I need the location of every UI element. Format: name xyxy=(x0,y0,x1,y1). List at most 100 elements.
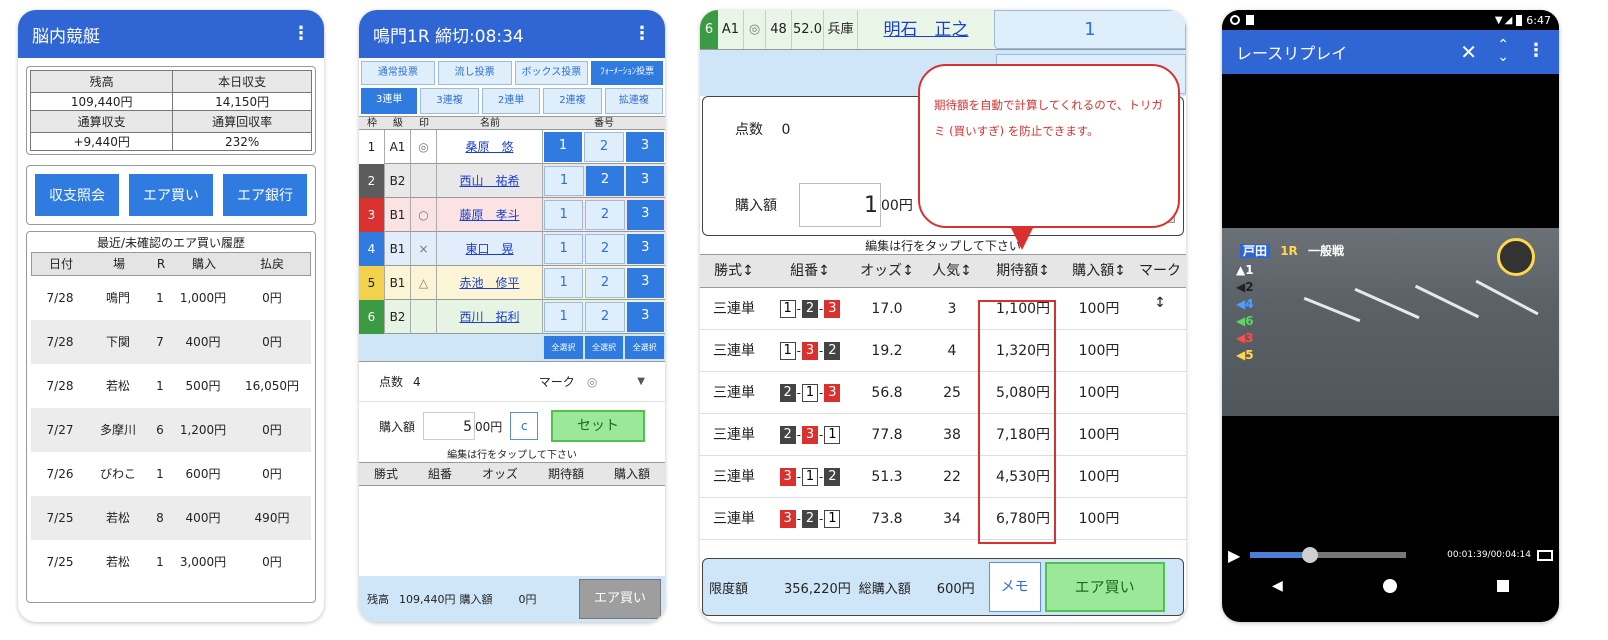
bet-odds: 77.8 xyxy=(871,427,903,443)
history-venue: 鳴門 xyxy=(105,291,130,305)
number-button-3[interactable]: 3 xyxy=(626,200,664,230)
racer-mark[interactable] xyxy=(411,164,437,198)
mark-cell: ◎ xyxy=(744,10,766,49)
tab-3-fuku[interactable]: 3連複 xyxy=(420,88,479,114)
tab-3-tan[interactable]: 3連単 xyxy=(361,88,418,114)
number-button-2[interactable]: 2 xyxy=(586,166,624,196)
history-row[interactable]: 7/28 鳴門 1 1,000円 0円 xyxy=(31,276,311,320)
bet-row[interactable]: 三連単 3-2-1 73.8 34 6,780円 100円 xyxy=(700,498,1186,540)
tab-box-vote[interactable]: ボックス投票 xyxy=(514,61,589,85)
amount-row: 購入額 5 00円 c セット xyxy=(359,402,665,450)
number-button-1[interactable]: 1 xyxy=(544,234,584,264)
number-button-3[interactable]: 3 xyxy=(626,302,664,332)
history-row[interactable]: 7/28 下関 7 400円 0円 xyxy=(31,320,311,364)
amount-input[interactable]: 1 xyxy=(799,183,881,227)
footer-amount-label: 購入額 xyxy=(459,593,493,606)
racer-mark[interactable]: ◎ xyxy=(411,130,437,164)
video-frame[interactable]: 戸田 1R 一般戦 ▲1 ◀2 ◀4 ◀6 ◀3 ◀5 xyxy=(1222,228,1559,416)
number-button-2[interactable]: 2 xyxy=(585,268,625,298)
racer-mark[interactable]: × xyxy=(411,232,437,266)
home-icon[interactable] xyxy=(1382,579,1397,593)
bet-row[interactable]: 三連単 2-1-3 56.8 25 5,080円 100円 xyxy=(700,372,1186,414)
racer-name-link[interactable]: 西山 祐希 xyxy=(437,164,543,198)
number-button-1[interactable]: 1 xyxy=(544,302,584,332)
history-row[interactable]: 7/28 若松 1 500円 16,050円 xyxy=(31,364,311,408)
more-menu-icon[interactable]: ⋮ xyxy=(633,23,651,44)
number-button-3[interactable]: 3 xyxy=(626,132,664,162)
history-row[interactable]: 7/27 多摩川 6 1,200円 0円 xyxy=(31,408,311,452)
mark-value[interactable]: ◎ xyxy=(587,375,597,389)
col-number: 番号 xyxy=(594,118,614,129)
dropdown-arrow-icon[interactable]: ▼ xyxy=(637,376,645,387)
select-all-3-button[interactable]: 全選択 xyxy=(625,336,665,359)
number-button-3[interactable]: 3 xyxy=(626,268,664,298)
bet-list: 三連単 1-2-3 17.0 3 1,100円 100円 三連単 1-3-2 19.2 4 1,32… xyxy=(700,288,1186,540)
tab-formation-vote[interactable]: ﾌｫｰﾒｰｼｮﾝ投票 xyxy=(591,61,663,85)
tab-2-fuku[interactable]: 2連複 xyxy=(543,88,602,114)
play-icon[interactable]: ▶ xyxy=(1228,546,1240,565)
history-row[interactable]: 7/26 びわこ 1 600円 0円 xyxy=(31,452,311,496)
history-header: 日付 場 R 購入 払戻 xyxy=(31,252,311,276)
history-row[interactable]: 7/25 若松 8 400円 490円 xyxy=(31,496,311,540)
select-all-1-button[interactable]: 全選択 xyxy=(544,336,583,359)
close-icon[interactable]: ✕ xyxy=(1460,40,1477,64)
amount-input[interactable]: 5 xyxy=(423,412,476,440)
tab-nagashi-vote[interactable]: 流し投票 xyxy=(437,61,512,85)
status-bar: ▼ ◢ 6:47 xyxy=(1222,10,1559,30)
history-date: 7/28 xyxy=(46,291,74,305)
boat-1-icon: ▲1 xyxy=(1236,263,1254,277)
recents-icon[interactable] xyxy=(1496,580,1509,592)
bet-amount: 100円 xyxy=(1078,343,1120,359)
more-menu-icon[interactable]: ⋮ xyxy=(1527,40,1545,61)
number-button-1[interactable]: 1 xyxy=(544,166,584,196)
battery-icon xyxy=(1516,14,1523,26)
number-button[interactable]: 1 xyxy=(994,10,1186,49)
racer-mark[interactable] xyxy=(411,300,437,334)
racer-name-link[interactable]: 赤池 修平 xyxy=(437,266,543,300)
bet-row[interactable]: 三連単 1-3-2 19.2 4 1,320円 100円 xyxy=(700,330,1186,372)
frame-number: 1 xyxy=(359,130,385,164)
air-buy-button[interactable]: エア買い xyxy=(129,174,213,216)
select-all-2-button[interactable]: 全選択 xyxy=(584,336,624,359)
clear-button[interactable]: c xyxy=(510,412,539,440)
number-button-3[interactable]: 3 xyxy=(626,234,664,264)
tab-2-tan[interactable]: 2連単 xyxy=(481,88,541,114)
balance-inquiry-button[interactable]: 収支照会 xyxy=(35,174,119,216)
number-button-2[interactable]: 2 xyxy=(585,234,625,264)
racer-mark[interactable]: ○ xyxy=(411,198,437,232)
combo-digit: 2 xyxy=(824,468,841,486)
number-button-2[interactable]: 2 xyxy=(585,200,625,230)
history-row[interactable]: 7/25 若松 1 3,000円 0円 xyxy=(31,540,311,584)
air-buy-button[interactable]: エア買い xyxy=(1044,562,1165,612)
history-race: 7 xyxy=(156,335,164,349)
back-icon[interactable]: ◀ xyxy=(1272,578,1283,594)
racer-name-link[interactable]: 桑原 悠 xyxy=(437,130,543,164)
tab-kakuren[interactable]: 拡連複 xyxy=(604,88,664,114)
more-menu-icon[interactable]: ⋮ xyxy=(292,23,310,44)
number-button-1[interactable]: 1 xyxy=(544,200,584,230)
bet-row[interactable]: 三連単 1-2-3 17.0 3 1,100円 100円 xyxy=(700,288,1186,330)
racer-class: A1 xyxy=(385,130,411,164)
racer-name-link[interactable]: 明石 正之 xyxy=(858,10,994,49)
tab-normal-vote[interactable]: 通常投票 xyxy=(361,61,435,85)
number-button-3[interactable]: 3 xyxy=(626,166,664,196)
bet-row[interactable]: 三連単 3-1-2 51.3 22 4,530円 100円 xyxy=(700,456,1186,498)
fullscreen-icon[interactable] xyxy=(1537,549,1553,561)
memo-button[interactable]: メモ xyxy=(988,562,1041,612)
air-bank-button[interactable]: エア銀行 xyxy=(223,174,307,216)
number-button-2[interactable]: 2 xyxy=(585,302,625,332)
air-buy-button[interactable]: エア買い xyxy=(579,579,661,619)
number-button-1[interactable]: 1 xyxy=(544,132,582,162)
number-button-1[interactable]: 1 xyxy=(544,268,584,298)
number-button-2[interactable]: 2 xyxy=(584,132,624,162)
racer-name-link[interactable]: 東口 晃 xyxy=(437,232,543,266)
bet-row[interactable]: 三連単 2-3-1 77.8 38 7,180円 100円 xyxy=(700,414,1186,456)
set-button[interactable]: セット xyxy=(551,410,645,442)
racer-name-link[interactable]: 藤原 孝斗 xyxy=(437,198,543,232)
seek-thumb[interactable] xyxy=(1301,547,1318,563)
racer-mark[interactable]: △ xyxy=(411,266,437,300)
expand-icon[interactable]: ⌃ ⌄ xyxy=(1497,38,1509,64)
seek-bar[interactable] xyxy=(1250,547,1407,563)
racer-name-link[interactable]: 西川 拓利 xyxy=(437,300,543,334)
history-venue: 若松 xyxy=(105,511,130,525)
